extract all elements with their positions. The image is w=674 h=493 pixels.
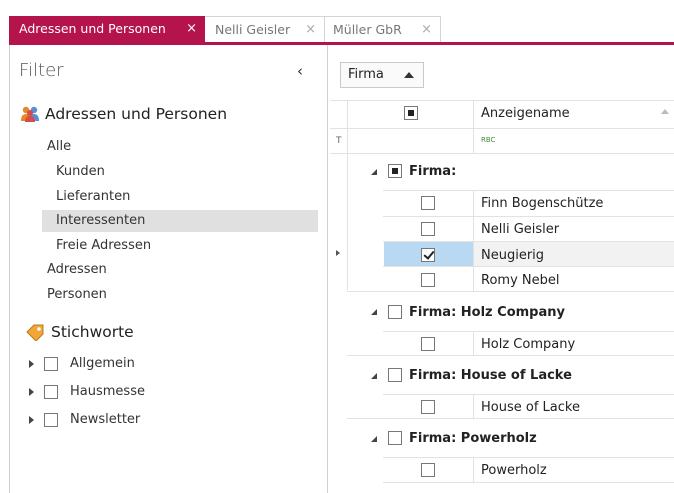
grid-line <box>383 482 674 483</box>
nav-item-lieferanten[interactable]: Lieferanten <box>42 186 326 208</box>
grid-line <box>473 394 474 418</box>
grid-line <box>347 355 674 356</box>
tab-nelli-geisler[interactable]: Nelli Geisler × <box>205 16 325 42</box>
cell-anzeigename[interactable]: Finn Bogenschütze <box>481 196 603 211</box>
group-checkbox[interactable] <box>388 431 402 445</box>
tab-label: Müller GbR <box>333 22 402 37</box>
group-label: Firma: Holz Company <box>409 305 565 320</box>
grid-line <box>473 331 474 355</box>
section-adressen-und-personen: Adressen und Personen <box>45 105 228 123</box>
grid-line <box>347 100 348 290</box>
grid-line <box>347 418 674 419</box>
group-by-firma-chip[interactable]: Firma <box>340 62 424 88</box>
tab-underline <box>9 42 674 45</box>
panel-divider <box>327 45 328 493</box>
sort-ascending-icon <box>404 72 414 78</box>
cell-anzeigename[interactable]: Powerholz <box>481 463 547 478</box>
nav-item-interessenten[interactable]: Interessenten <box>42 210 318 232</box>
tag-checkbox-newsletter[interactable] <box>44 413 58 427</box>
group-checkbox[interactable] <box>388 368 402 382</box>
grid-line <box>330 128 674 129</box>
nav-item-adressen[interactable]: Adressen <box>42 259 323 281</box>
collapse-panel-icon[interactable]: ‹ <box>297 62 303 80</box>
collapse-group-icon[interactable] <box>371 169 377 175</box>
column-sort-icon <box>661 109 669 114</box>
nav-item-personen[interactable]: Personen <box>42 284 323 306</box>
group-label: Firma: Powerholz <box>409 431 537 446</box>
grid-line <box>383 216 674 217</box>
filter-title: Filter <box>19 60 64 81</box>
cell-anzeigename[interactable]: Holz Company <box>481 337 575 352</box>
frame-border <box>9 45 10 493</box>
expand-icon[interactable] <box>29 388 34 396</box>
cell-anzeigename[interactable]: Romy Nebel <box>481 273 559 288</box>
group-checkbox[interactable] <box>388 305 402 319</box>
cell-anzeigename[interactable]: House of Lacke <box>481 400 580 415</box>
group-chip-label: Firma <box>348 67 384 82</box>
expand-icon[interactable] <box>29 416 34 424</box>
grid-line <box>383 457 674 458</box>
section-stichworte: Stichworte <box>51 323 134 341</box>
people-icon <box>21 106 39 122</box>
row-checkbox[interactable] <box>421 463 435 477</box>
grid-line <box>330 153 674 154</box>
grid-line <box>330 100 674 101</box>
tag-label-allgemein: Allgemein <box>70 356 135 371</box>
grid-line <box>473 100 474 153</box>
nav-item-alle[interactable]: Alle <box>42 136 323 158</box>
grid-line <box>383 394 674 395</box>
tag-icon <box>26 324 44 341</box>
tag-label-newsletter: Newsletter <box>70 412 141 427</box>
select-all-checkbox[interactable] <box>404 106 418 120</box>
grid-line <box>383 331 674 332</box>
current-row-indicator <box>336 250 340 256</box>
tab-mueller-gbr[interactable]: Müller GbR × <box>325 16 441 42</box>
tab-label: Nelli Geisler <box>215 22 291 37</box>
collapse-group-icon[interactable] <box>371 436 377 442</box>
tab-adressen-und-personen[interactable]: Adressen und Personen × <box>9 16 205 42</box>
row-checkbox[interactable] <box>421 400 435 414</box>
nav-item-freie-adressen[interactable]: Freie Adressen <box>42 235 326 257</box>
row-checkbox[interactable] <box>421 273 435 287</box>
cell-anzeigename[interactable]: Nelli Geisler <box>481 222 559 237</box>
grid-line <box>383 266 674 267</box>
grid-line <box>383 190 674 191</box>
group-label: Firma: <box>409 164 457 179</box>
filter-icon[interactable]: T <box>336 136 342 146</box>
tag-checkbox-hausmesse[interactable] <box>44 385 58 399</box>
collapse-group-icon[interactable] <box>371 309 377 315</box>
column-header-anzeigename[interactable]: Anzeigename <box>481 106 570 121</box>
nav-item-kunden[interactable]: Kunden <box>42 161 326 183</box>
grid-line <box>347 291 674 292</box>
cell-anzeigename[interactable]: Neugierig <box>481 248 544 263</box>
close-icon[interactable]: × <box>421 17 432 43</box>
tag-checkbox-allgemein[interactable] <box>44 357 58 371</box>
close-icon[interactable]: × <box>305 17 316 43</box>
grid-line <box>473 457 474 483</box>
row-checkbox[interactable] <box>421 222 435 236</box>
close-icon[interactable]: × <box>186 16 197 42</box>
group-label: Firma: House of Lacke <box>409 368 572 383</box>
row-checkbox[interactable] <box>421 196 435 210</box>
row-checkbox[interactable] <box>421 248 435 262</box>
collapse-group-icon[interactable] <box>371 373 377 379</box>
tag-label-hausmesse: Hausmesse <box>70 384 145 399</box>
text-filter-icon[interactable]: RBC <box>481 136 495 144</box>
group-checkbox[interactable] <box>388 164 402 178</box>
expand-icon[interactable] <box>29 360 34 368</box>
row-checkbox[interactable] <box>421 337 435 351</box>
tab-label: Adressen und Personen <box>19 21 166 36</box>
